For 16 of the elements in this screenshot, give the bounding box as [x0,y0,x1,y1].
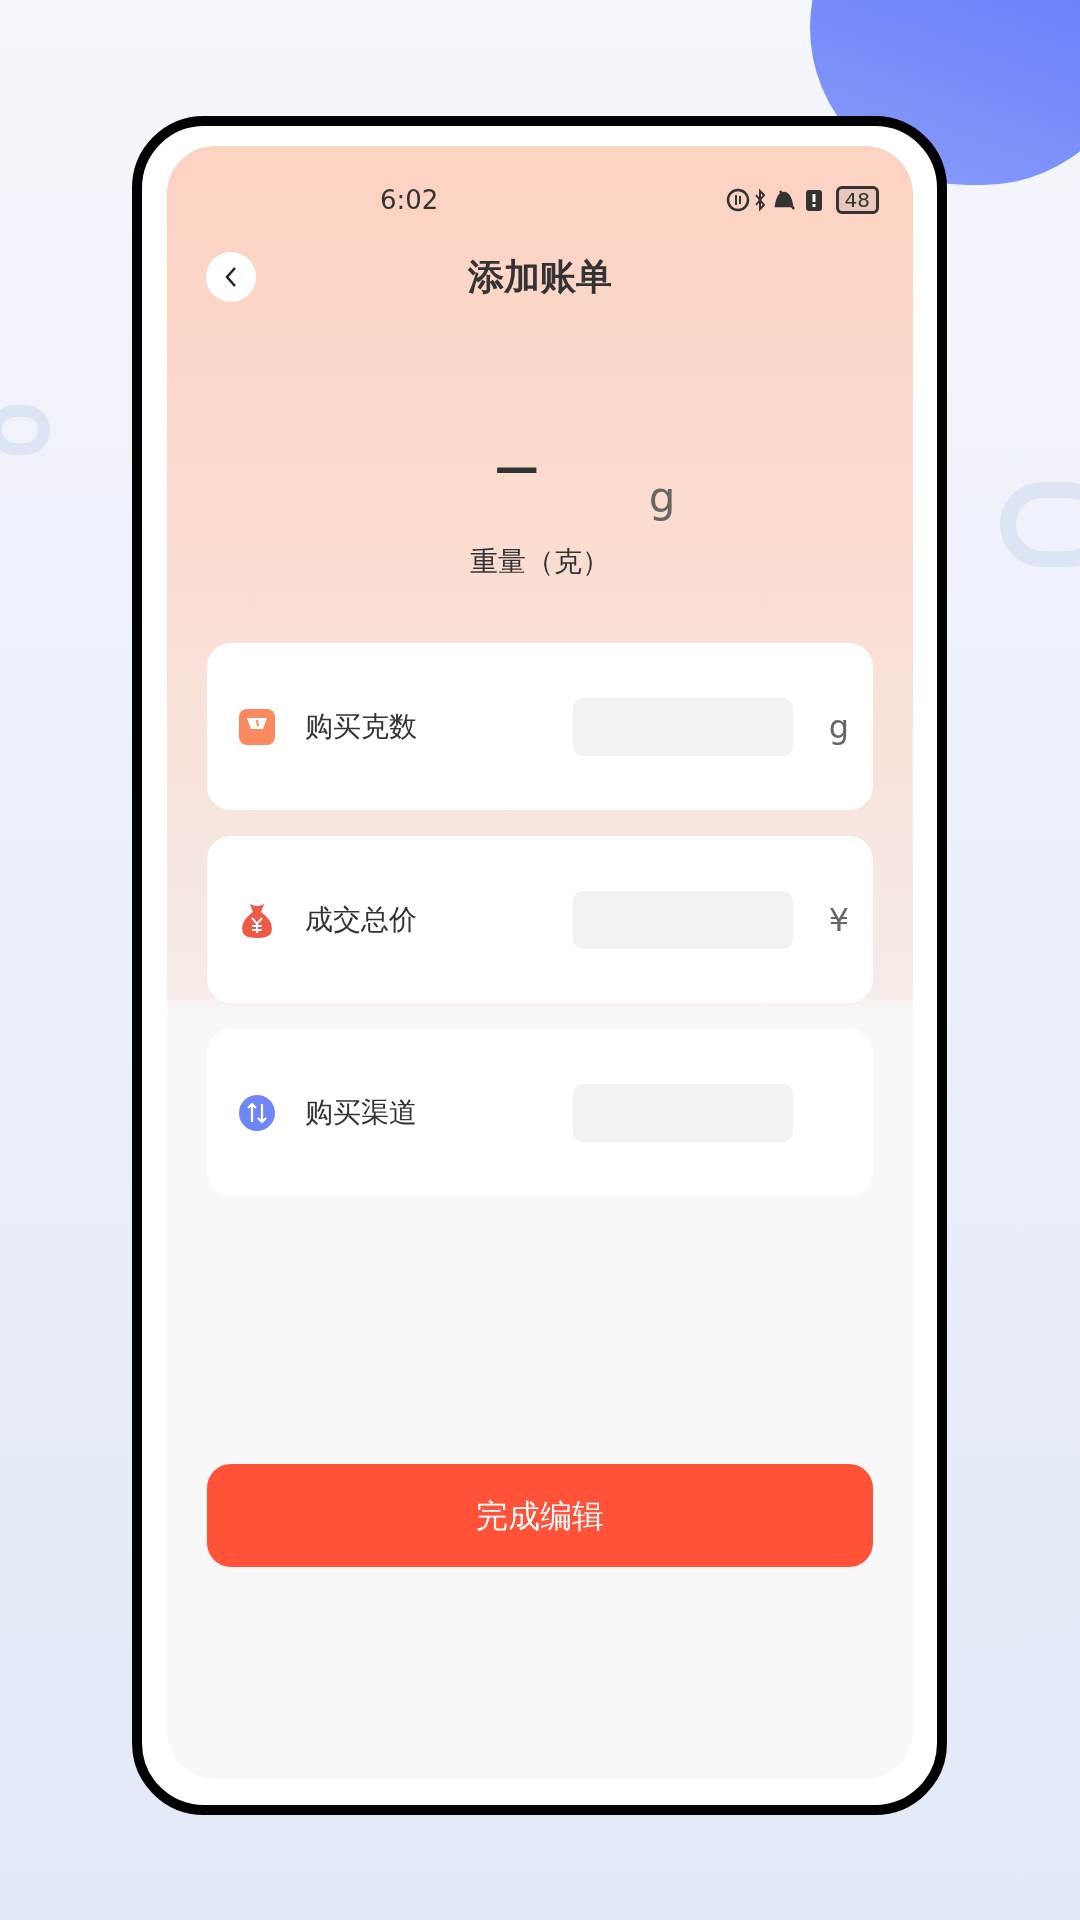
page-title: 添加账单 [468,255,612,299]
field-label: 购买渠道 [305,1094,418,1131]
back-icon [224,266,238,288]
field-label: 成交总价 [305,901,418,938]
unit-label: ¥ [828,899,849,941]
weight-value: — [494,445,539,489]
weight-label: 重量（克） [470,544,610,580]
field-label: 购买克数 [305,708,418,745]
status-time: 6:02 [380,187,439,213]
scale-icon [238,707,276,746]
unit-label: g [828,706,849,748]
swap-arrows-icon [238,1093,276,1132]
submit-button[interactable]: 完成编辑 [207,1464,873,1567]
battery-indicator: 48 [835,186,879,214]
back-button[interactable] [206,252,256,302]
weight-unit: g [648,477,676,519]
